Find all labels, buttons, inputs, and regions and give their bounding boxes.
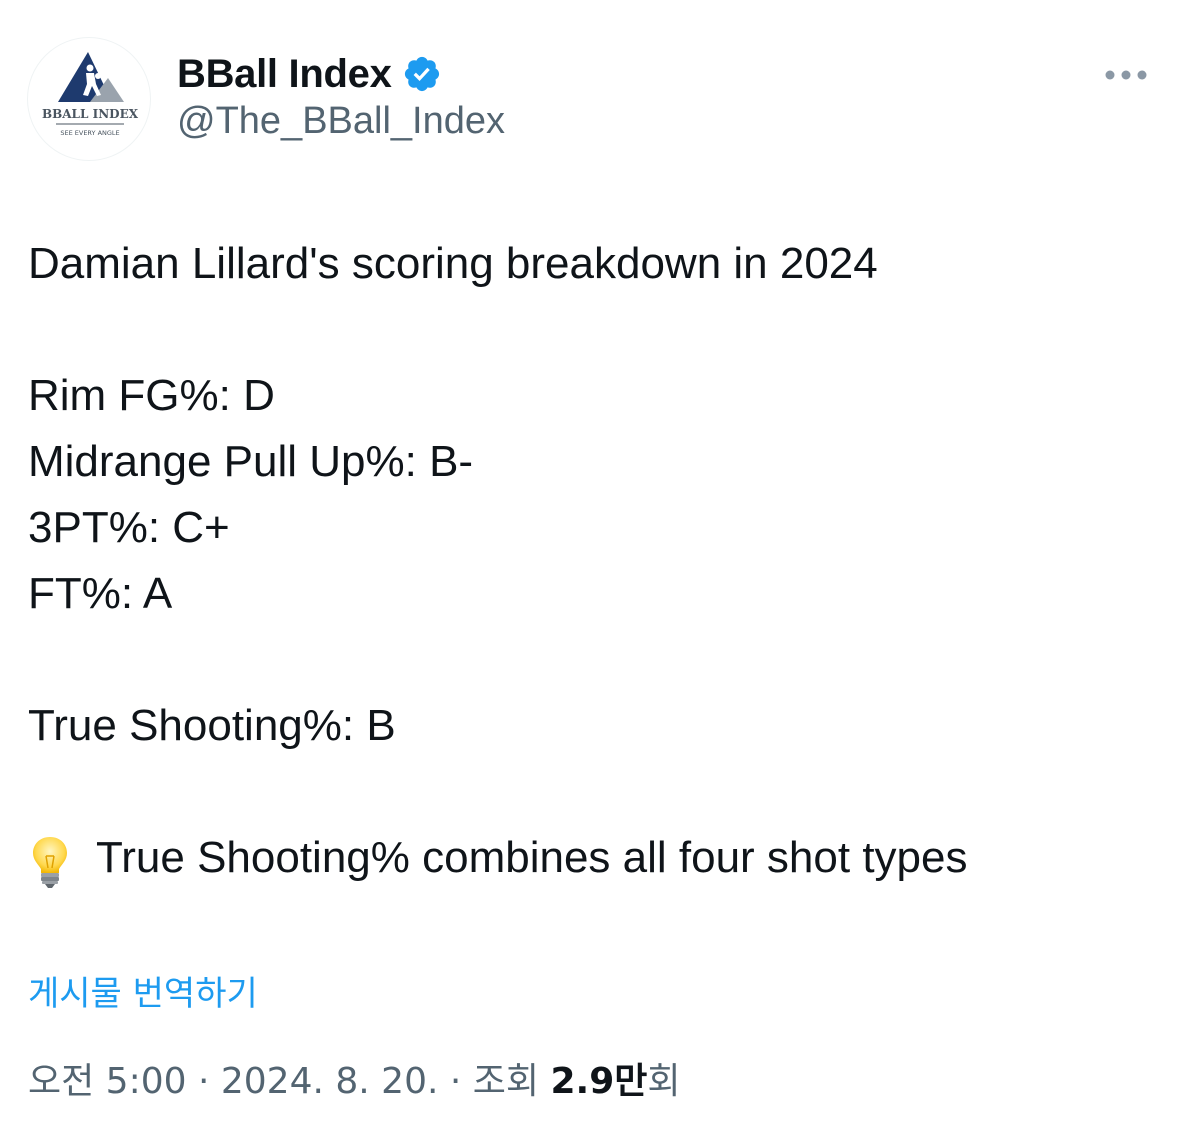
author-name-row[interactable]: BBall Index bbox=[177, 48, 442, 100]
views-unit-bold: 만 bbox=[614, 1061, 648, 1102]
more-options-icon bbox=[1105, 70, 1147, 80]
tweet-time[interactable]: 오전 5:00 bbox=[28, 1061, 187, 1102]
logo-title: BBALL INDEX bbox=[42, 107, 139, 121]
translate-post-link[interactable]: 게시물 번역하기 bbox=[28, 966, 258, 1015]
tip-text: True Shooting% combines all four shot ty… bbox=[96, 833, 968, 882]
true-shooting-line: True Shooting%: B bbox=[28, 701, 396, 750]
more-options-button[interactable] bbox=[1098, 60, 1154, 90]
tweet-date[interactable]: 2024. 8. 20. bbox=[221, 1061, 439, 1102]
bball-index-logo: BBALL INDEX SEE EVERY ANGLE bbox=[42, 52, 139, 137]
stat-line: Midrange Pull Up%: B- bbox=[28, 437, 474, 486]
tip-line: True Shooting% combines all four shot ty… bbox=[28, 832, 968, 888]
meta-separator: · bbox=[186, 1061, 221, 1102]
meta-separator: · bbox=[438, 1061, 473, 1102]
tweet-meta: 오전 5:00 · 2024. 8. 20. · 조회 2.9만회 bbox=[28, 1052, 681, 1104]
views-count: 2.9 bbox=[550, 1061, 615, 1102]
author-handle[interactable]: @The_BBall_Index bbox=[177, 100, 505, 143]
logo-subtitle: SEE EVERY ANGLE bbox=[60, 129, 119, 137]
tweet-headline: Damian Lillard's scoring breakdown in 20… bbox=[28, 239, 878, 288]
views-unit: 만회 bbox=[614, 1061, 680, 1102]
stat-line: FT%: A bbox=[28, 569, 173, 618]
verified-badge-icon[interactable] bbox=[402, 54, 442, 94]
views-label: 조회 bbox=[472, 1061, 540, 1102]
views-unit-suffix: 회 bbox=[647, 1061, 681, 1102]
stat-line: Rim FG%: D bbox=[28, 371, 275, 420]
lightbulb-icon bbox=[28, 832, 72, 888]
display-name[interactable]: BBall Index bbox=[177, 52, 392, 97]
avatar[interactable]: BBALL INDEX SEE EVERY ANGLE bbox=[27, 37, 151, 161]
stat-line: 3PT%: C+ bbox=[28, 503, 230, 552]
